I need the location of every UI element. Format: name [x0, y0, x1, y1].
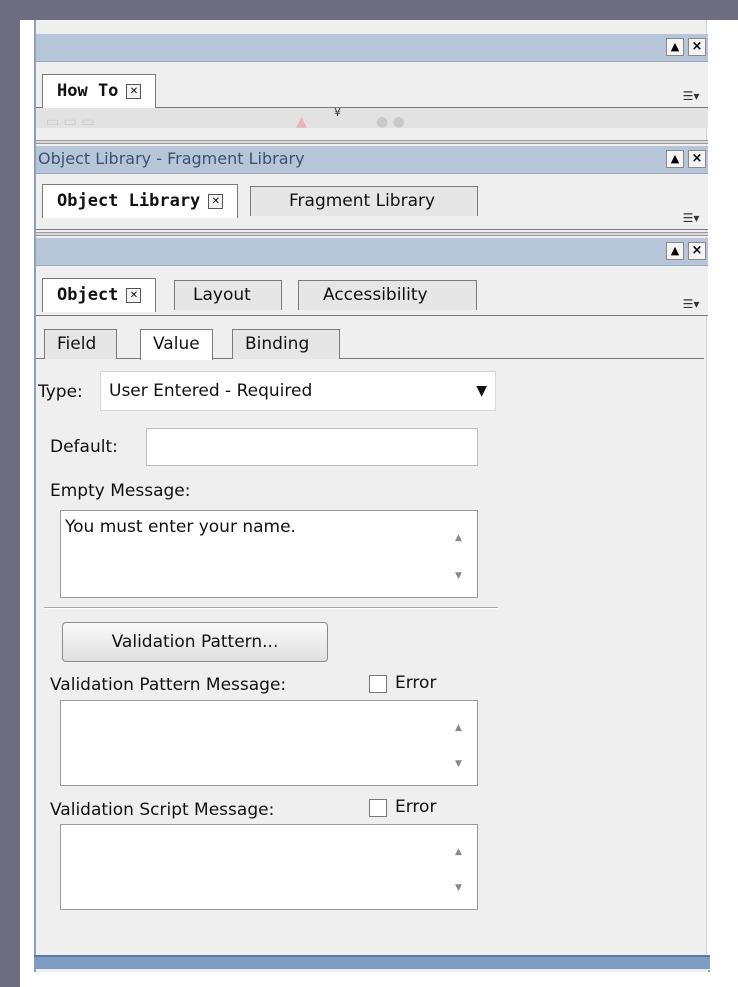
outer-window-left-border	[0, 0, 20, 987]
library-tab-row: Fragment Library Object Library ✕ ☰▾	[36, 174, 708, 230]
empty-message-textarea[interactable]: You must enter your name. ▲ ▼	[60, 510, 478, 598]
faded-preview-text: ▭ ▭ ▭	[46, 114, 95, 128]
sub-tab-label: Value	[153, 334, 200, 354]
empty-message-text: You must enter your name.	[65, 517, 296, 537]
close-small-icon[interactable]: ✕	[126, 83, 142, 99]
scroll-down-icon[interactable]: ▼	[455, 571, 462, 581]
scroll-up-icon[interactable]: ▲	[455, 847, 462, 857]
double-chevron-down-icon[interactable]: ¥	[334, 106, 341, 119]
empty-message-label: Empty Message:	[50, 481, 191, 501]
textarea-scrollbar[interactable]: ▲ ▼	[447, 513, 475, 595]
validation-script-error-checkbox[interactable]	[369, 799, 387, 817]
faded-preview-image: ● ●	[376, 114, 405, 128]
how-to-tab-row: How To ✕ ☰▾	[36, 62, 708, 108]
tab-baseline	[36, 229, 708, 230]
library-panel-title: Object Library - Fragment Library	[38, 149, 305, 168]
sub-tab-label: Field	[57, 334, 97, 354]
textarea-scrollbar[interactable]: ▲ ▼	[447, 827, 475, 907]
tab-baseline	[36, 315, 708, 316]
tab-label: Layout	[193, 285, 251, 305]
panel-dock-bottom-bar	[34, 955, 710, 969]
object-sub-tabs: Binding Value Field	[36, 327, 704, 360]
type-label: Type:	[38, 382, 83, 402]
textarea-scrollbar[interactable]: ▲ ▼	[447, 703, 475, 783]
chevron-down-icon[interactable]: ▼	[476, 372, 487, 410]
validation-script-message-label: Validation Script Message:	[50, 800, 275, 820]
tab-baseline	[36, 358, 704, 359]
validation-script-message-textarea[interactable]: ▲ ▼	[60, 824, 478, 910]
object-panel-header[interactable]: ▲ ×	[36, 238, 708, 266]
validation-pattern-error-label: Error	[395, 673, 437, 693]
type-select-value: User Entered - Required	[109, 381, 313, 401]
tab-label: Object Library	[57, 191, 201, 211]
triangle-up-icon[interactable]: ▲	[666, 150, 684, 168]
faded-preview-image: ▲	[296, 114, 307, 128]
tab-label: How To	[57, 81, 119, 101]
tab-label: Accessibility	[323, 285, 428, 305]
validation-script-error-label: Error	[395, 797, 437, 817]
section-divider	[44, 607, 498, 609]
sub-tab-binding[interactable]: Binding	[232, 329, 341, 359]
how-to-content-preview: ▭ ▭ ▭ ▲ ● ●	[36, 108, 708, 128]
close-icon[interactable]: ×	[688, 150, 706, 168]
panel-separator[interactable]	[36, 140, 708, 144]
default-input[interactable]	[146, 428, 478, 466]
type-select[interactable]: User Entered - Required ▼	[100, 371, 496, 411]
sub-tab-label: Binding	[245, 334, 310, 354]
close-small-icon[interactable]: ✕	[208, 193, 224, 209]
sub-tab-value[interactable]: Value	[140, 329, 213, 360]
scroll-up-icon[interactable]: ▲	[455, 723, 462, 733]
triangle-up-icon[interactable]: ▲	[666, 242, 684, 260]
how-to-panel-header[interactable]: ▲ ×	[36, 34, 708, 62]
panel-menu-icon[interactable]: ☰▾	[680, 210, 702, 226]
scroll-down-icon[interactable]: ▼	[455, 759, 462, 769]
validation-pattern-button[interactable]: Validation Pattern...	[62, 622, 328, 662]
scroll-down-icon[interactable]: ▼	[455, 883, 462, 893]
triangle-up-icon[interactable]: ▲	[666, 38, 684, 56]
validation-pattern-error-checkbox[interactable]	[369, 675, 387, 693]
close-icon[interactable]: ×	[688, 38, 706, 56]
panel-menu-icon[interactable]: ☰▾	[680, 88, 702, 104]
tab-layout[interactable]: Layout	[174, 280, 282, 310]
scroll-up-icon[interactable]: ▲	[455, 533, 462, 543]
outer-window-top-border	[0, 0, 738, 20]
object-tab-row: Accessibility Layout Object ✕ ☰▾	[36, 266, 708, 316]
library-panel-header[interactable]: Object Library - Fragment Library ▲ ×	[36, 146, 708, 174]
validation-pattern-message-textarea[interactable]: ▲ ▼	[60, 700, 478, 786]
tab-label: Fragment Library	[289, 191, 436, 211]
tab-object[interactable]: Object ✕	[42, 278, 157, 312]
tab-fragment-library[interactable]: Fragment Library	[250, 186, 479, 216]
tab-how-to[interactable]: How To ✕	[42, 74, 157, 108]
panel-separator[interactable]	[36, 232, 708, 236]
tab-label: Object	[57, 285, 119, 305]
tab-object-library[interactable]: Object Library ✕	[42, 184, 239, 218]
dock-scroll-strip	[706, 20, 722, 970]
validation-pattern-button-label: Validation Pattern...	[111, 632, 279, 652]
tab-accessibility[interactable]: Accessibility	[298, 280, 477, 310]
validation-pattern-message-label: Validation Pattern Message:	[50, 675, 287, 695]
panel-menu-icon[interactable]: ☰▾	[680, 296, 702, 312]
default-label: Default:	[50, 437, 118, 457]
sub-tab-field[interactable]: Field	[44, 329, 118, 359]
close-small-icon[interactable]: ✕	[126, 287, 142, 303]
close-icon[interactable]: ×	[688, 242, 706, 260]
